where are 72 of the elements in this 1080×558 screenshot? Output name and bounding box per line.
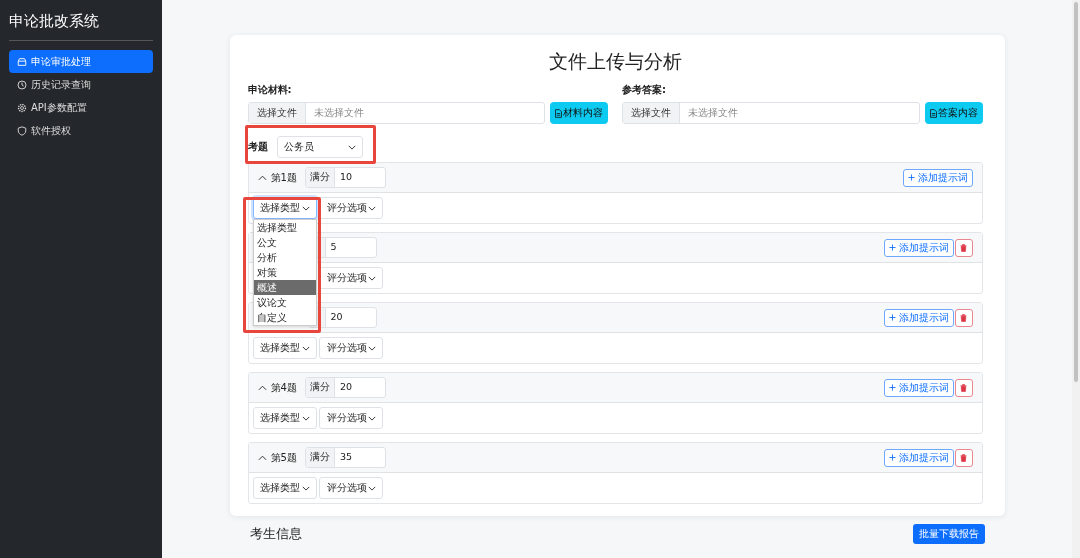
- chevron-icon: [301, 415, 310, 421]
- scoring-select[interactable]: 评分选项: [318, 267, 383, 289]
- dropdown-option[interactable]: 议论文: [253, 295, 316, 310]
- type-select[interactable]: 选择类型: [252, 407, 317, 429]
- collapse-icon[interactable]: [257, 454, 267, 461]
- trash-icon: [960, 453, 967, 462]
- file-input[interactable]: 选择文件 未选择文件: [247, 102, 545, 124]
- chevron-icon: [347, 144, 356, 150]
- chevron-icon: [367, 205, 376, 211]
- collapse-icon[interactable]: [257, 174, 267, 181]
- field-label: 参考答案:: [622, 83, 667, 97]
- chevron-icon: [367, 485, 376, 491]
- settings-icon: [17, 102, 27, 113]
- document-icon: [555, 108, 562, 118]
- add-prompt-button[interactable]: 添加提示词: [883, 238, 954, 257]
- delete-button[interactable]: [954, 448, 973, 467]
- content-button[interactable]: 答案内容: [924, 102, 983, 124]
- score-field[interactable]: 满分 35: [304, 447, 386, 468]
- trash-icon: [960, 383, 967, 392]
- inbox-icon: [17, 56, 27, 67]
- exam-label: 考题: [247, 140, 268, 154]
- sidebar-item[interactable]: 软件授权: [9, 119, 153, 142]
- question-title: 第4题: [270, 380, 297, 395]
- chevron-icon: [367, 345, 376, 351]
- download-button[interactable]: 批量下载报告: [912, 524, 985, 544]
- delete-button[interactable]: [954, 308, 973, 327]
- question-title: 第5题: [270, 450, 297, 465]
- scoring-select[interactable]: 评分选项: [318, 407, 383, 429]
- chevron-icon: [301, 345, 310, 351]
- page-title: 文件上传与分析: [547, 49, 683, 74]
- question-title: 第1题: [270, 170, 297, 185]
- scoring-select[interactable]: 评分选项: [318, 477, 383, 499]
- type-select[interactable]: 选择类型: [252, 477, 317, 499]
- plus-icon: [888, 244, 896, 251]
- score-field[interactable]: 满分 20: [304, 377, 386, 398]
- app-title: 申论批改系统: [9, 11, 100, 32]
- content-button[interactable]: 材料内容: [550, 102, 608, 124]
- document-icon: [929, 108, 937, 118]
- clock-icon: [17, 79, 27, 90]
- add-prompt-button[interactable]: 添加提示词: [883, 448, 954, 467]
- plus-icon: [907, 174, 915, 181]
- add-prompt-button[interactable]: 添加提示词: [883, 378, 954, 397]
- field-label: 申论材料:: [247, 83, 293, 97]
- trash-icon: [960, 243, 967, 252]
- sidebar-item[interactable]: API参数配置: [9, 96, 153, 119]
- add-prompt-button[interactable]: 添加提示词: [902, 168, 973, 187]
- delete-button[interactable]: [954, 238, 973, 257]
- exam-select[interactable]: 公务员: [276, 136, 363, 158]
- file-input[interactable]: 选择文件 未选择文件: [622, 102, 920, 124]
- dropdown-option[interactable]: 概述: [253, 280, 316, 295]
- dropdown-option[interactable]: 对策: [253, 265, 316, 280]
- section-title: 考生信息: [249, 525, 302, 543]
- plus-icon: [888, 384, 896, 391]
- chevron-icon: [367, 275, 376, 281]
- type-select[interactable]: 选择类型: [252, 337, 317, 359]
- shield-icon: [17, 125, 27, 136]
- collapse-icon[interactable]: [257, 384, 267, 391]
- plus-icon: [888, 314, 896, 321]
- trash-icon: [960, 313, 967, 322]
- scoring-select[interactable]: 评分选项: [318, 337, 383, 359]
- dropdown-option[interactable]: 选择类型: [253, 220, 316, 235]
- scoring-select[interactable]: 评分选项: [318, 197, 383, 219]
- chevron-icon: [301, 205, 310, 211]
- sidebar-item[interactable]: 历史记录查询: [9, 73, 153, 96]
- delete-button[interactable]: [954, 378, 973, 397]
- score-field[interactable]: 满分 10: [304, 167, 386, 188]
- scrollbar[interactable]: [1072, 0, 1080, 558]
- plus-icon: [888, 454, 896, 461]
- sidebar-item[interactable]: 申论审批处理: [9, 50, 153, 73]
- add-prompt-button[interactable]: 添加提示词: [883, 308, 954, 327]
- chevron-icon: [367, 415, 376, 421]
- chevron-icon: [301, 485, 310, 491]
